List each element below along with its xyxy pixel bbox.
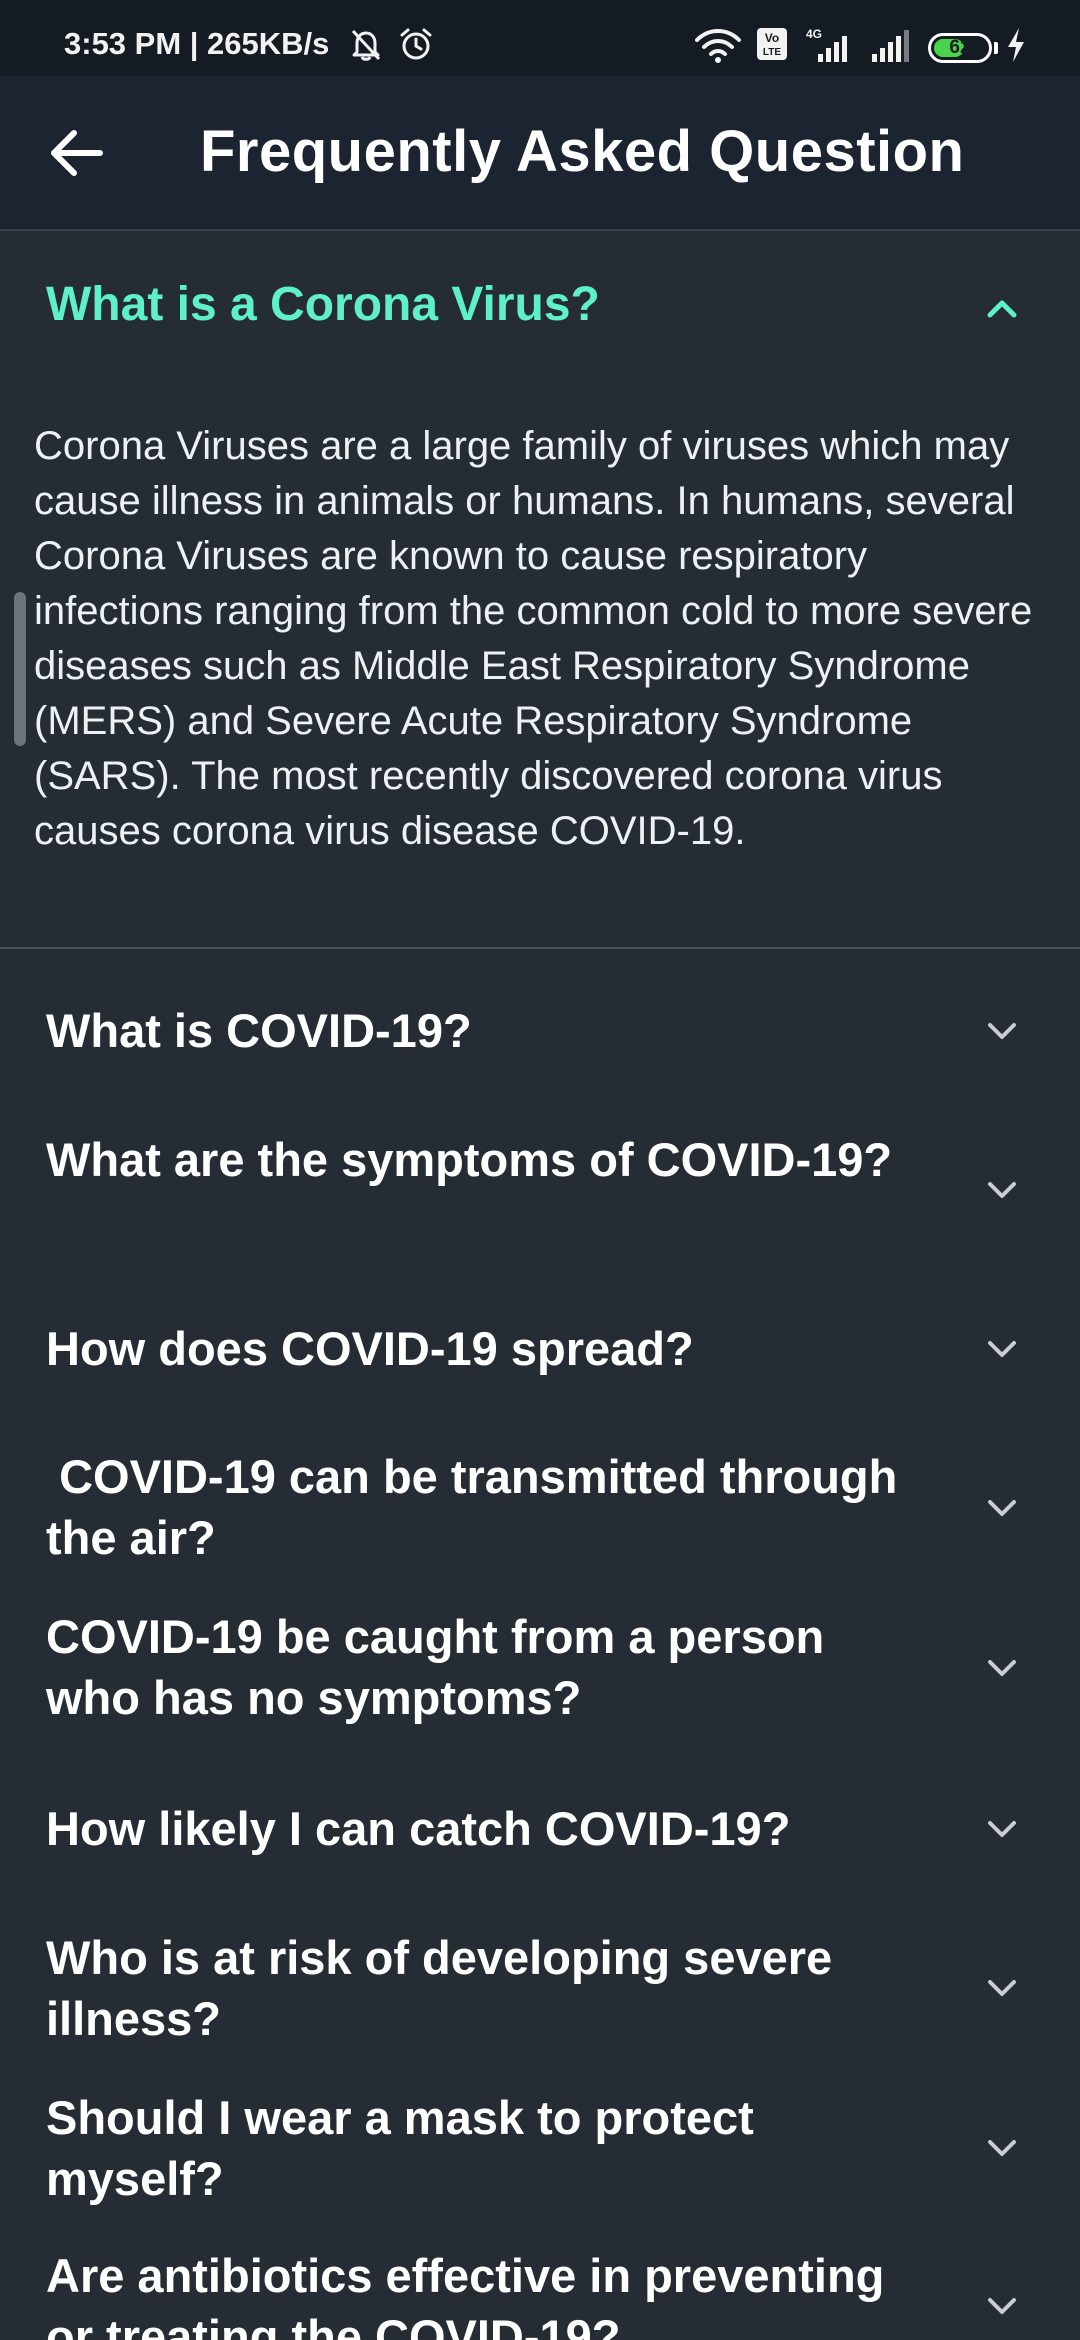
mute-icon: [351, 29, 381, 61]
faq-question: COVID-19 can be transmitted through the …: [46, 1450, 911, 1564]
faq-item[interactable]: Who is at risk of developing severe illn…: [0, 1910, 1080, 2070]
faq-item[interactable]: How likely I can catch COVID-19?: [0, 1780, 1080, 1880]
faq-question: What are the symptoms of COVID-19?: [46, 1133, 893, 1186]
chevron-down-icon: [988, 1182, 1016, 1198]
faq-item[interactable]: COVID-19 can be transmitted through the …: [0, 1430, 1080, 1590]
back-button[interactable]: [38, 114, 116, 192]
faq-item-expanded: What is a Corona Virus? Corona Viruses a…: [0, 231, 1080, 949]
scroll-indicator[interactable]: [14, 592, 26, 746]
faq-question: COVID-19 be caught from a person who has…: [46, 1610, 838, 1724]
chevron-down-icon: [988, 2140, 1016, 2156]
faq-question: How likely I can catch COVID-19?: [46, 1802, 791, 1855]
svg-text:Vo: Vo: [765, 31, 779, 45]
app-bar: Frequently Asked Question: [0, 76, 1080, 231]
faq-question: Who is at risk of developing severe illn…: [46, 1931, 846, 2045]
faq-item[interactable]: What are the symptoms of COVID-19?: [0, 1110, 1080, 1270]
faq-question: Should I wear a mask to protect myself?: [46, 2091, 767, 2205]
page-title: Frequently Asked Question: [200, 119, 965, 184]
faq-item[interactable]: Should I wear a mask to protect myself?: [0, 2070, 1080, 2230]
alarm-icon: [400, 28, 432, 60]
status-time: 3:53 PM | 265KB/s: [64, 26, 330, 61]
charging-icon: [1008, 28, 1024, 62]
faq-question: Are antibiotics effective in preventing …: [46, 2249, 898, 2340]
battery-icon: 62: [928, 33, 992, 63]
chevron-up-icon[interactable]: [982, 289, 1022, 329]
chevron-down-icon: [988, 1660, 1016, 1676]
faq-screen: 3:53 PM | 265KB/s Vo LTE 4G 62 Frequentl…: [0, 0, 1080, 2340]
faq-question: How does COVID-19 spread?: [46, 1322, 694, 1375]
wifi-icon: [695, 29, 741, 63]
chevron-down-icon: [988, 1980, 1016, 1996]
battery-tip: [994, 42, 998, 54]
chevron-down-icon: [988, 1500, 1016, 1516]
arrow-left-icon: [51, 130, 103, 176]
chevron-down-icon: [988, 1341, 1016, 1357]
volte-icon: Vo LTE: [757, 28, 787, 60]
svg-text:LTE: LTE: [763, 47, 781, 58]
signal-icon: [872, 30, 909, 62]
battery-level: 62: [949, 37, 971, 58]
faq-question-expanded[interactable]: What is a Corona Virus?: [46, 277, 600, 332]
chevron-down-icon: [988, 1023, 1016, 1039]
faq-item[interactable]: COVID-19 be caught from a person who has…: [0, 1590, 1080, 1750]
faq-question: What is COVID-19?: [46, 1004, 472, 1057]
chevron-down-icon: [988, 2298, 1016, 2314]
faq-answer: Corona Viruses are a large family of vir…: [34, 424, 1033, 853]
status-bar: 3:53 PM | 265KB/s Vo LTE 4G 62: [0, 0, 1080, 76]
faq-item[interactable]: What is COVID-19?: [0, 980, 1080, 1080]
signal-4g-icon: 4G: [806, 27, 847, 62]
faq-item[interactable]: Are antibiotics effective in preventing …: [0, 2230, 1080, 2340]
faq-item[interactable]: How does COVID-19 spread?: [0, 1300, 1080, 1400]
chevron-down-icon: [988, 1821, 1016, 1837]
network-label: 4G: [806, 27, 822, 41]
